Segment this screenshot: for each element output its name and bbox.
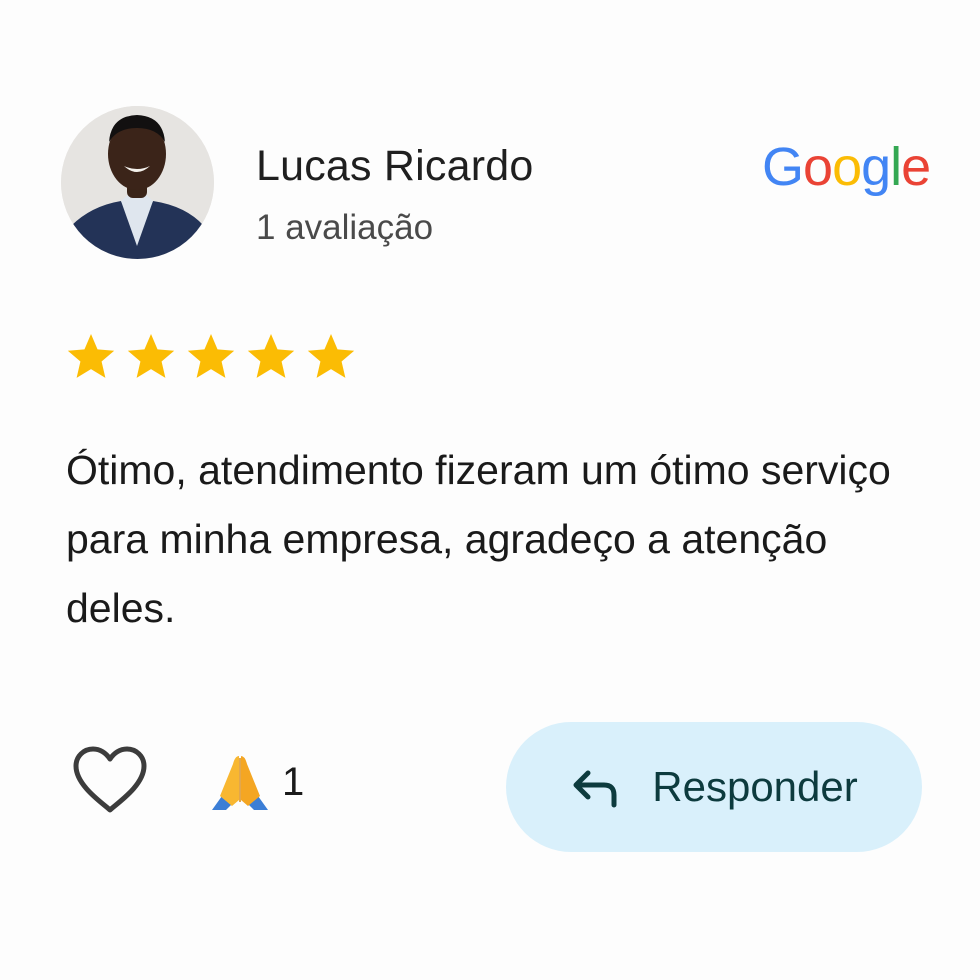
star-icon: [187, 334, 235, 378]
reviewer-name[interactable]: Lucas Ricardo: [256, 142, 533, 191]
review-card: Lucas Ricardo 1 avaliação Google Ótimo, …: [0, 0, 980, 980]
star-icon: [127, 334, 175, 378]
reviewer-review-count: 1 avaliação: [256, 208, 434, 247]
review-text: Ótimo, atendimento fizeram um ótimo serv…: [66, 447, 891, 631]
reaction-summary[interactable]: 1: [208, 752, 304, 812]
avatar-photo: [61, 106, 214, 259]
google-logo-letter: o: [832, 137, 862, 197]
reply-arrow-icon: [573, 770, 617, 808]
google-logo-letter: o: [803, 137, 833, 197]
folded-hands-emoji: [212, 756, 268, 810]
heart-outline-icon: [73, 746, 147, 813]
google-logo: Google: [762, 136, 931, 198]
reply-button-label: Responder: [652, 763, 858, 810]
google-logo-letter: l: [890, 137, 902, 197]
reviewer-avatar[interactable]: [61, 106, 214, 259]
reply-button[interactable]: Responder: [506, 722, 922, 852]
reaction-count: 1: [282, 759, 305, 804]
google-logo-letter: g: [861, 137, 891, 197]
star-icon: [247, 334, 295, 378]
star-rating: [64, 330, 358, 384]
star-icon: [307, 334, 355, 378]
google-logo-letter: e: [901, 137, 931, 197]
like-button[interactable]: [70, 744, 150, 816]
google-logo-letter: G: [762, 137, 804, 197]
star-icon: [67, 334, 115, 378]
